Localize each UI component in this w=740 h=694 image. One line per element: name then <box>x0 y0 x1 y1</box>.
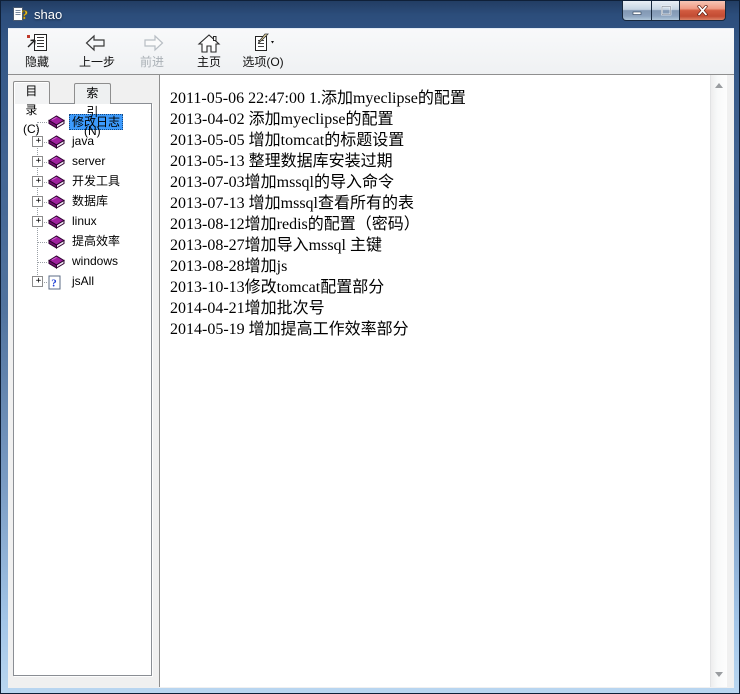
tree-branch-stub <box>38 262 47 263</box>
tab-contents[interactable]: 目录(C) <box>13 81 50 104</box>
pane-splitter[interactable] <box>152 75 159 687</box>
content-line: 2013-08-12增加redis的配置（密码） <box>170 214 701 235</box>
topic-content-pane[interactable]: 2011-05-06 22:47:00 1.添加myeclipse的配置2013… <box>159 75 727 687</box>
expand-plus-icon[interactable] <box>32 196 43 207</box>
content-line: 2013-05-13 整理数据库安装过期 <box>170 151 701 172</box>
tree-item[interactable]: linux <box>14 212 151 232</box>
tree-item[interactable]: 数据库 <box>14 192 151 212</box>
tree-item-label: windows <box>69 254 121 270</box>
window-controls <box>622 1 726 21</box>
book-icon <box>48 115 65 129</box>
forward-button[interactable]: 前进 <box>128 32 176 73</box>
maximize-button[interactable] <box>652 1 680 21</box>
content-line: 2013-08-27增加导入mssql 主键 <box>170 235 701 256</box>
client-area: 隐藏 上一步 前进 <box>8 28 734 688</box>
back-button-label: 上一步 <box>66 56 128 69</box>
tree-item-label: jsAll <box>69 274 97 290</box>
content-line: 2013-04-02 添加myeclipse的配置 <box>170 109 701 130</box>
options-button[interactable]: 选项(O) <box>234 32 292 73</box>
help-viewer-window: ? shao <box>0 0 740 694</box>
window-title: shao <box>34 7 62 22</box>
book-icon <box>48 155 65 169</box>
content-line: 2013-07-13 增加mssql查看所有的表 <box>170 193 701 214</box>
forward-arrow-icon <box>128 33 176 56</box>
book-icon <box>48 235 65 249</box>
tree-item-label: 开发工具 <box>69 174 123 190</box>
content-line: 2014-05-19 增加提高工作效率部分 <box>170 319 701 340</box>
tree-item-label: linux <box>69 214 100 230</box>
expand-plus-icon[interactable] <box>32 276 43 287</box>
home-icon <box>186 33 232 56</box>
book-icon <box>48 215 65 229</box>
expand-plus-icon[interactable] <box>32 156 43 167</box>
tree-item[interactable]: ? jsAll <box>14 272 151 292</box>
content-line: 2013-05-05 增加tomcat的标题设置 <box>170 130 701 151</box>
vertical-scrollbar[interactable] <box>710 75 727 687</box>
content-line: 2013-07-03增加mssql的导入命令 <box>170 172 701 193</box>
back-button[interactable]: 上一步 <box>66 32 128 73</box>
changelog-text: 2011-05-06 22:47:00 1.添加myeclipse的配置2013… <box>160 75 727 340</box>
close-button[interactable] <box>680 1 726 21</box>
tree-item[interactable]: 开发工具 <box>14 172 151 192</box>
svg-text:?: ? <box>22 7 29 22</box>
expand-plus-icon[interactable] <box>32 176 43 187</box>
scroll-down-icon[interactable] <box>715 672 723 677</box>
chm-help-icon: ? <box>12 6 28 22</box>
toolbar: 隐藏 上一步 前进 <box>8 29 734 75</box>
help-page-icon: ? <box>48 275 61 290</box>
book-icon <box>48 175 65 189</box>
book-icon <box>48 255 65 269</box>
home-button[interactable]: 主页 <box>186 32 232 73</box>
hide-panel-icon <box>14 33 60 56</box>
content-line: 2011-05-06 22:47:00 1.添加myeclipse的配置 <box>170 88 701 109</box>
forward-button-label: 前进 <box>128 56 176 69</box>
scroll-up-icon[interactable] <box>715 83 723 88</box>
tree-item[interactable]: server <box>14 152 151 172</box>
tree-item-label: 提高效率 <box>69 234 123 250</box>
home-button-label: 主页 <box>186 56 232 69</box>
content-line: 2014-04-21增加批次号 <box>170 298 701 319</box>
tree-item[interactable]: windows <box>14 252 151 272</box>
tab-index[interactable]: 索引(N) <box>74 83 111 104</box>
content-line: 2013-10-13修改tomcat配置部分 <box>170 277 701 298</box>
book-icon <box>48 135 65 149</box>
tree-item[interactable]: 提高效率 <box>14 232 151 252</box>
content-line: 2013-08-28增加js <box>170 256 701 277</box>
svg-text:?: ? <box>51 278 57 290</box>
options-icon <box>234 33 292 56</box>
options-button-label: 选项(O) <box>234 56 292 69</box>
contents-tree-panel[interactable]: 修改日志 java server 开发工具 <box>13 103 152 676</box>
tree-item-label: 数据库 <box>69 194 111 210</box>
expand-plus-icon[interactable] <box>32 216 43 227</box>
tree-branch-stub <box>38 242 47 243</box>
back-arrow-icon <box>66 33 128 56</box>
titlebar[interactable]: ? shao <box>1 1 739 28</box>
hide-button[interactable]: 隐藏 <box>14 32 60 73</box>
minimize-button[interactable] <box>622 1 652 21</box>
hide-button-label: 隐藏 <box>14 56 60 69</box>
book-icon <box>48 195 65 209</box>
tree-item-label: server <box>69 154 108 170</box>
